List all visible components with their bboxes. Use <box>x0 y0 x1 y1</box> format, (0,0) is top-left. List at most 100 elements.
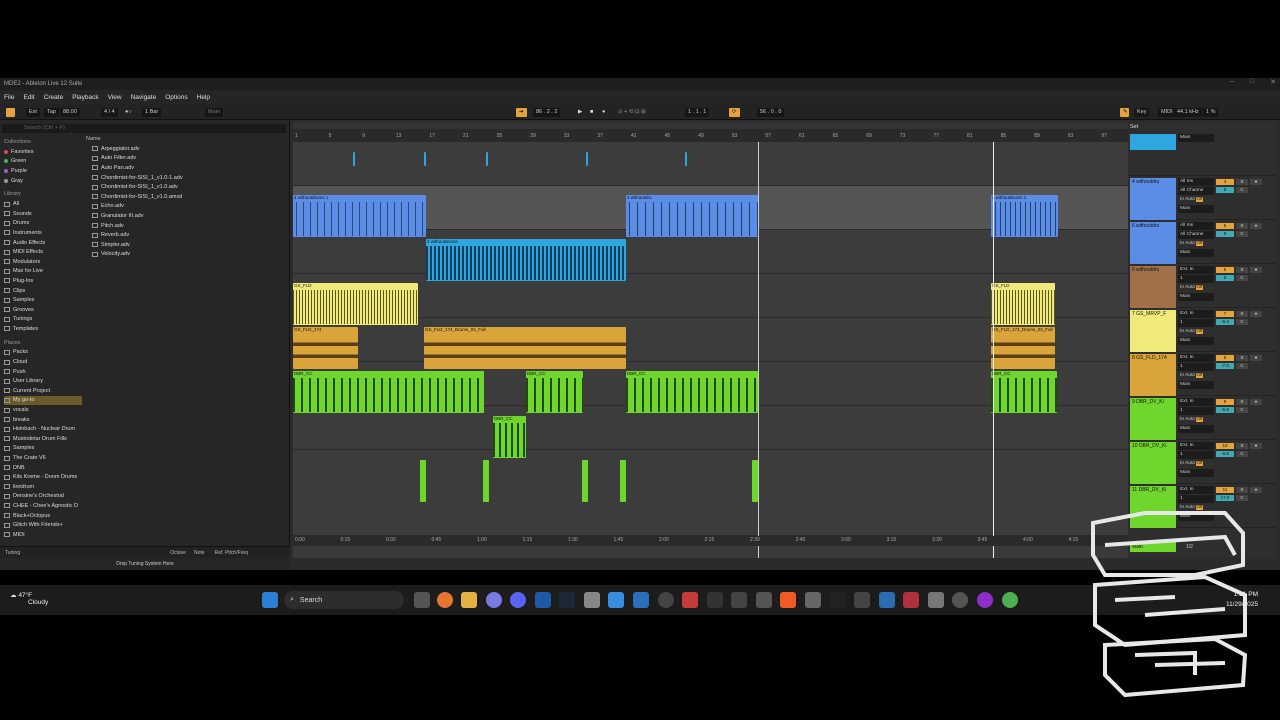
automation-marker[interactable] <box>353 152 355 166</box>
output-select[interactable]: Main <box>1178 249 1214 257</box>
input-channel-select[interactable]: 1 <box>1178 319 1214 327</box>
places-item[interactable]: The Crate V6 <box>4 453 82 463</box>
monitor-auto-button[interactable]: Auto <box>1185 285 1195 290</box>
tempo-field[interactable]: 88.00 <box>60 107 80 117</box>
record-icon[interactable]: ● <box>602 107 605 117</box>
track-name[interactable]: 10 DBR_DV_Ki <box>1130 442 1176 484</box>
library-item[interactable]: Instruments <box>4 228 82 238</box>
monitor-auto-button[interactable]: Auto <box>1185 461 1195 466</box>
automation-marker[interactable] <box>586 152 588 166</box>
volume-field[interactable]: -6.8 <box>1216 451 1234 457</box>
volume-field[interactable]: 17.0 <box>1216 495 1234 501</box>
pan-field[interactable]: C <box>1236 319 1248 325</box>
file-item[interactable]: Chordimist-for-SISI_1_v1.0.amxd <box>86 192 286 202</box>
input-channel-select[interactable]: 1 <box>1178 495 1214 503</box>
minimize-icon[interactable]: – <box>1230 78 1234 86</box>
pan-field[interactable]: C <box>1236 363 1248 369</box>
loop-end-marker[interactable] <box>758 142 759 558</box>
library-item[interactable]: Samples <box>4 295 82 305</box>
track-name[interactable]: 6 withoutdru <box>1130 266 1176 308</box>
collection-item[interactable]: Purple <box>4 166 82 176</box>
menu-file[interactable]: File <box>4 94 14 101</box>
collection-item[interactable]: Favorites <box>4 147 82 157</box>
mixer-track[interactable]: 7 GS_MRVP_F Ext. In 1 In Auto Off Main 7 S ● -6.… <box>1128 308 1276 352</box>
key-map-button[interactable]: Key <box>1134 107 1150 117</box>
record-arm-button[interactable]: ● <box>1250 487 1262 493</box>
solo-button[interactable]: S <box>1236 487 1248 493</box>
calculator-icon[interactable] <box>633 592 649 608</box>
file-item[interactable]: Chordimist-for-SISI_1_v1.0.adv <box>86 182 286 192</box>
ext-sync-button[interactable]: Ext <box>26 107 40 117</box>
volume-field[interactable]: 0 <box>1216 231 1234 237</box>
audio-clip[interactable]: DBR_CC <box>293 371 484 413</box>
volume-field[interactable]: -6.8 <box>1216 407 1234 413</box>
monitor-auto-button[interactable]: Auto <box>1185 197 1195 202</box>
places-item[interactable]: linndrum <box>4 482 82 492</box>
monitor-in-button[interactable]: In <box>1180 329 1184 334</box>
monitor-in-button[interactable]: In <box>1180 417 1184 422</box>
menu-options[interactable]: Options <box>165 94 187 101</box>
input-type-select[interactable]: Ext. In <box>1178 310 1214 318</box>
track-name[interactable]: 4 withoutdru <box>1130 178 1176 220</box>
output-select[interactable]: Main <box>1178 469 1214 477</box>
audio-clip[interactable]: GS_FLD_174_Drums_02_Full <box>991 327 1055 369</box>
midi-map-button[interactable]: MIDI <box>1158 107 1176 117</box>
output-select[interactable]: Main <box>1178 293 1214 301</box>
solo-button[interactable]: S <box>1236 355 1248 361</box>
draw-mode-icon[interactable]: ✎ <box>1120 107 1129 117</box>
monitor-off-button[interactable]: Off <box>1196 241 1203 246</box>
file-explorer-icon[interactable] <box>461 592 477 608</box>
file-item[interactable]: Velocity.adv <box>86 250 286 260</box>
audio-clip[interactable] <box>620 460 626 502</box>
library-item[interactable]: Clips <box>4 286 82 296</box>
time-signature-field[interactable]: 4 / 4 <box>101 107 118 117</box>
file-item[interactable]: Auto Pan.adv <box>86 163 286 173</box>
view-toggle-icon[interactable] <box>6 107 15 117</box>
monitor-auto-button[interactable]: Auto <box>1185 373 1195 378</box>
library-item[interactable]: Tunings <box>4 315 82 325</box>
ableton-icon[interactable] <box>830 592 846 608</box>
places-item[interactable]: Samples <box>4 444 82 454</box>
browser-search-input[interactable]: Search (Ctrl + F) <box>2 124 286 133</box>
places-item[interactable]: Push <box>4 367 82 377</box>
pan-field[interactable]: C <box>1236 231 1248 237</box>
beat-ruler[interactable]: 1 5 9 13 17 21 25 29 33 37 41 45 49 53 57 61 65 69 73 77 81 8… <box>293 122 1128 142</box>
audio-clip[interactable]: 4 withoutdrums 1 <box>293 195 426 237</box>
app-icon[interactable] <box>486 592 502 608</box>
file-item[interactable]: Reverb.adv <box>86 230 286 240</box>
track-number-button[interactable]: 6 <box>1216 223 1234 229</box>
app-icon[interactable] <box>805 592 821 608</box>
windows-start-icon[interactable] <box>262 592 278 608</box>
library-item[interactable]: Modulators <box>4 257 82 267</box>
monitor-off-button[interactable]: Off <box>1196 461 1203 466</box>
monitor-auto-button[interactable]: Auto <box>1185 329 1195 334</box>
app-icon[interactable] <box>608 592 624 608</box>
input-type-select[interactable]: All Ins <box>1178 178 1214 186</box>
brave-icon[interactable] <box>780 592 796 608</box>
track-lane-8[interactable] <box>293 450 1128 536</box>
input-channel-select[interactable]: All Channe <box>1178 187 1214 195</box>
pan-field[interactable]: C <box>1236 407 1248 413</box>
monitor-auto-button[interactable]: Auto <box>1185 241 1195 246</box>
monitor-off-button[interactable]: Off <box>1196 373 1203 378</box>
loop-length-field[interactable]: 56 . 0 . 0 <box>757 107 785 117</box>
name-column-header[interactable]: Name <box>86 136 286 144</box>
menu-help[interactable]: Help <box>197 94 210 101</box>
places-item[interactable]: Densine's Orchestral <box>4 492 82 502</box>
places-item[interactable]: Current Project <box>4 386 82 396</box>
monitor-in-button[interactable]: In <box>1180 373 1184 378</box>
play-icon[interactable]: ▶ <box>578 107 582 117</box>
monitor-off-button[interactable]: Off <box>1196 417 1203 422</box>
audio-clip[interactable]: 4 withoutdrums 1 <box>991 195 1058 237</box>
loop-icon[interactable]: ⟳ <box>729 107 740 117</box>
mixer-track[interactable]: 6 withoutdru All Ins All Channe In Auto Off… <box>1128 220 1276 264</box>
automation-marker[interactable] <box>486 152 488 166</box>
firefox-icon[interactable] <box>437 592 453 608</box>
weather-widget[interactable]: ☁ 47°F Cloudy <box>10 591 48 606</box>
audio-clip[interactable]: GS_FLD <box>293 283 418 325</box>
library-item[interactable]: Templates <box>4 324 82 334</box>
track-name[interactable] <box>1130 134 1176 150</box>
places-item[interactable]: vocals <box>4 405 82 415</box>
audio-clip[interactable]: GS_FLD_174_Drums_02_Full <box>424 327 626 369</box>
loop-start-field[interactable]: 1 . 1 . 1 <box>685 107 710 117</box>
